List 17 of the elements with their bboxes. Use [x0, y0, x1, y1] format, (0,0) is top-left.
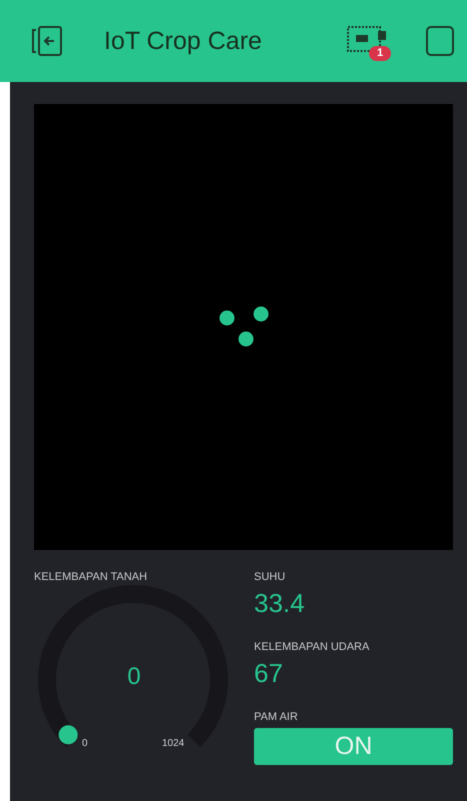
- gauge-label: KELEMBAPAN TANAH: [34, 571, 148, 583]
- notification-badge: 1: [369, 46, 391, 61]
- display-value: 67: [254, 659, 284, 687]
- display-label: SUHU: [254, 571, 286, 583]
- gauge-min: 0: [82, 738, 88, 749]
- gauge-max: 1024: [162, 738, 184, 749]
- loading-icon: [218, 306, 268, 348]
- display-label: KELEMBAPAN UDARA: [254, 641, 370, 653]
- exit-icon[interactable]: [30, 25, 64, 57]
- pump-button[interactable]: ON: [254, 728, 453, 765]
- button-label: PAM AIR: [254, 711, 299, 723]
- device-board-icon[interactable]: [347, 24, 387, 54]
- gauge-value: 0: [126, 663, 142, 691]
- app-title: IoT Crop Care: [104, 26, 263, 56]
- square-icon[interactable]: [425, 25, 455, 57]
- display-value: 33.4: [254, 589, 306, 617]
- gauge-thumb: [58, 725, 78, 744]
